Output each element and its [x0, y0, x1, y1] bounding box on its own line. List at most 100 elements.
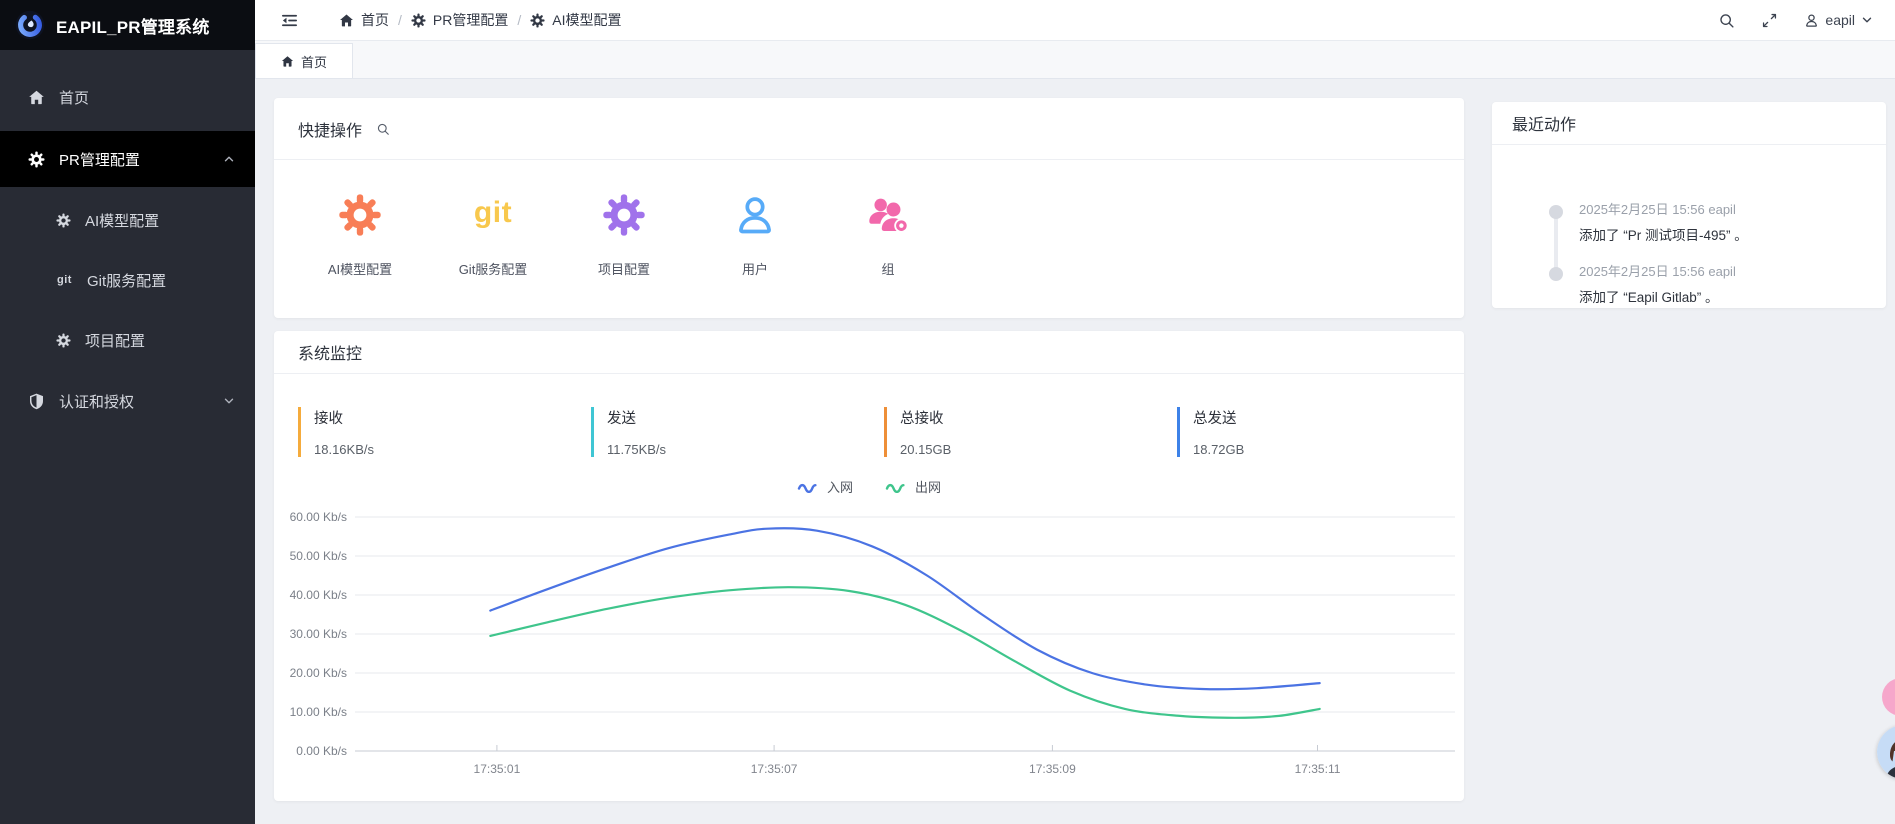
quick-action-icon-wrap	[564, 193, 684, 241]
timeline-action-text: 添加了 “Eapil Gitlab” 。	[1579, 286, 1719, 306]
search-icon[interactable]	[1718, 12, 1735, 29]
breadcrumb-item-ai-model-config[interactable]: AI模型配置	[530, 10, 621, 30]
legend-label: 入网	[827, 477, 853, 496]
net-stat-2: 总接收 20.15GB	[884, 407, 1170, 457]
quick-search-icon[interactable]	[376, 122, 390, 136]
chevron-up-icon	[223, 153, 235, 165]
recent-actions-card: 最近动作 2025年2月25日 15:56 eapil 添加了 “Pr 测试项目-…	[1492, 102, 1886, 308]
gear-icon	[602, 193, 646, 237]
quick-action-groups[interactable]: 组	[828, 193, 948, 278]
app-logo-icon	[15, 10, 45, 40]
network-chart: 60.00 Kb/s50.00 Kb/s40.00 Kb/s30.00 Kb/s…	[274, 499, 1464, 799]
y-tick-label: 60.00 Kb/s	[290, 510, 347, 524]
gear-icon	[530, 13, 545, 28]
net-stat-0: 接收 18.16KB/s	[298, 407, 584, 457]
timeline-timestamp: 2025年2月25日 15:56 eapil	[1579, 261, 1736, 280]
sidebar-item-label: 首页	[59, 87, 89, 108]
quick-action-label: 项目配置	[564, 259, 684, 278]
timeline-action-text: 添加了 “Pr 测试项目-495” 。	[1579, 224, 1748, 244]
user-icon	[1804, 13, 1819, 28]
sidebar-item-auth[interactable]: 认证和授权	[0, 373, 255, 429]
chevron-down-icon	[223, 395, 235, 407]
quick-action-icon-wrap	[300, 193, 420, 241]
home-icon	[339, 13, 354, 28]
net-stat-value: 20.15GB	[900, 442, 1170, 457]
series-line-1	[490, 587, 1319, 718]
shield-icon	[28, 393, 45, 410]
net-stat-label: 总发送	[1193, 407, 1463, 428]
breadcrumb: 首页/PR管理配置/AI模型配置	[339, 10, 621, 30]
net-stat-label: 发送	[607, 407, 877, 428]
fullscreen-icon[interactable]	[1761, 12, 1778, 29]
timeline-dot	[1549, 205, 1563, 219]
y-tick-label: 20.00 Kb/s	[290, 666, 347, 680]
quick-action-label: AI模型配置	[300, 259, 420, 278]
recent-actions-title: 最近动作	[1512, 111, 1576, 135]
timeline-connector	[1554, 212, 1558, 274]
sidebar-item-label: AI模型配置	[85, 210, 159, 231]
quick-action-icon-wrap	[695, 193, 815, 241]
system-monitor-card: 系统监控 接收 18.16KB/s 发送 11.75KB/s 总接收 20.15GB 总发送…	[274, 331, 1464, 801]
gear-icon	[411, 13, 426, 28]
git-icon: git	[474, 193, 512, 233]
sidebar-item-pr-config[interactable]: PR管理配置	[0, 131, 255, 187]
legend-label: 出网	[915, 477, 941, 496]
sidebar-item-git-service-config[interactable]: git Git服务配置	[0, 253, 255, 307]
gear-icon	[56, 333, 71, 348]
series-line-0	[490, 528, 1319, 689]
quick-action-icon-wrap: git	[433, 193, 553, 241]
top-navbar: 首页/PR管理配置/AI模型配置 eapil	[255, 0, 1895, 41]
gear-icon	[56, 213, 71, 228]
wave-icon	[797, 481, 819, 493]
recent-actions-header: 最近动作	[1492, 102, 1886, 145]
breadcrumb-item-home[interactable]: 首页	[339, 10, 389, 30]
net-stat-label: 接收	[314, 407, 584, 428]
x-tick-label: 17:35:07	[751, 762, 798, 776]
git-icon: git	[56, 274, 73, 286]
y-tick-label: 50.00 Kb/s	[290, 549, 347, 563]
tab-home[interactable]: 首页	[255, 43, 353, 78]
net-stat-value: 11.75KB/s	[607, 442, 877, 457]
sidebar-item-project-config[interactable]: 项目配置	[0, 313, 255, 367]
quick-action-users[interactable]: 用户	[695, 193, 815, 278]
sidebar-item-label: Git服务配置	[87, 270, 166, 291]
sidebar-item-label: 认证和授权	[59, 391, 134, 412]
sidebar: EAPIL_PR管理系统 首页PR管理配置AI模型配置gitGit服务配置项目配…	[0, 0, 255, 824]
tab-home-label: 首页	[301, 52, 327, 71]
gear-icon	[338, 193, 382, 237]
net-stat-3: 总发送 18.72GB	[1177, 407, 1463, 457]
sidebar-menu: 首页 PR管理配置 AI模型配置 git Git服务配置项目配置认证和授权	[0, 50, 255, 429]
system-monitor-title: 系统监控	[298, 340, 362, 364]
group-icon	[866, 193, 910, 237]
quick-action-project-config[interactable]: 项目配置	[564, 193, 684, 278]
net-stat-value: 18.16KB/s	[314, 442, 584, 457]
quick-action-git-service-config[interactable]: git Git服务配置	[433, 193, 553, 278]
timeline-timestamp: 2025年2月25日 15:56 eapil	[1579, 199, 1736, 218]
quick-action-ai-model-config[interactable]: AI模型配置	[300, 193, 420, 278]
sidebar-item-home[interactable]: 首页	[0, 69, 255, 125]
navbar-tools: eapil	[1718, 12, 1895, 29]
y-tick-label: 30.00 Kb/s	[290, 627, 347, 641]
quick-actions-title: 快捷操作	[298, 117, 362, 141]
breadcrumb-separator: /	[517, 12, 521, 28]
user-icon	[733, 193, 777, 237]
sidebar-fold-icon[interactable]	[280, 11, 299, 30]
net-stat-value: 18.72GB	[1193, 442, 1463, 457]
breadcrumb-label: PR管理配置	[433, 10, 508, 30]
net-stat-1: 发送 11.75KB/s	[591, 407, 877, 457]
x-tick-label: 17:35:09	[1029, 762, 1076, 776]
user-menu[interactable]: eapil	[1804, 12, 1873, 28]
quick-action-label: Git服务配置	[433, 259, 553, 278]
y-tick-label: 0.00 Kb/s	[296, 744, 347, 758]
legend-item-1[interactable]: 出网	[885, 477, 941, 496]
breadcrumb-item-pr-config[interactable]: PR管理配置	[411, 10, 508, 30]
net-stat-label: 总接收	[900, 407, 1170, 428]
legend-item-0[interactable]: 入网	[797, 477, 853, 496]
x-tick-label: 17:35:01	[474, 762, 521, 776]
tab-bar: 首页	[255, 40, 1895, 79]
sidebar-item-ai-model-config[interactable]: AI模型配置	[0, 193, 255, 247]
main-content: 快捷操作 AI模型配置 git Git服务配置项目配置用户组 系统监控 接收 18.1…	[255, 78, 1895, 824]
quick-action-icon-wrap	[828, 193, 948, 241]
home-icon	[28, 89, 45, 106]
quick-action-label: 组	[828, 259, 948, 278]
